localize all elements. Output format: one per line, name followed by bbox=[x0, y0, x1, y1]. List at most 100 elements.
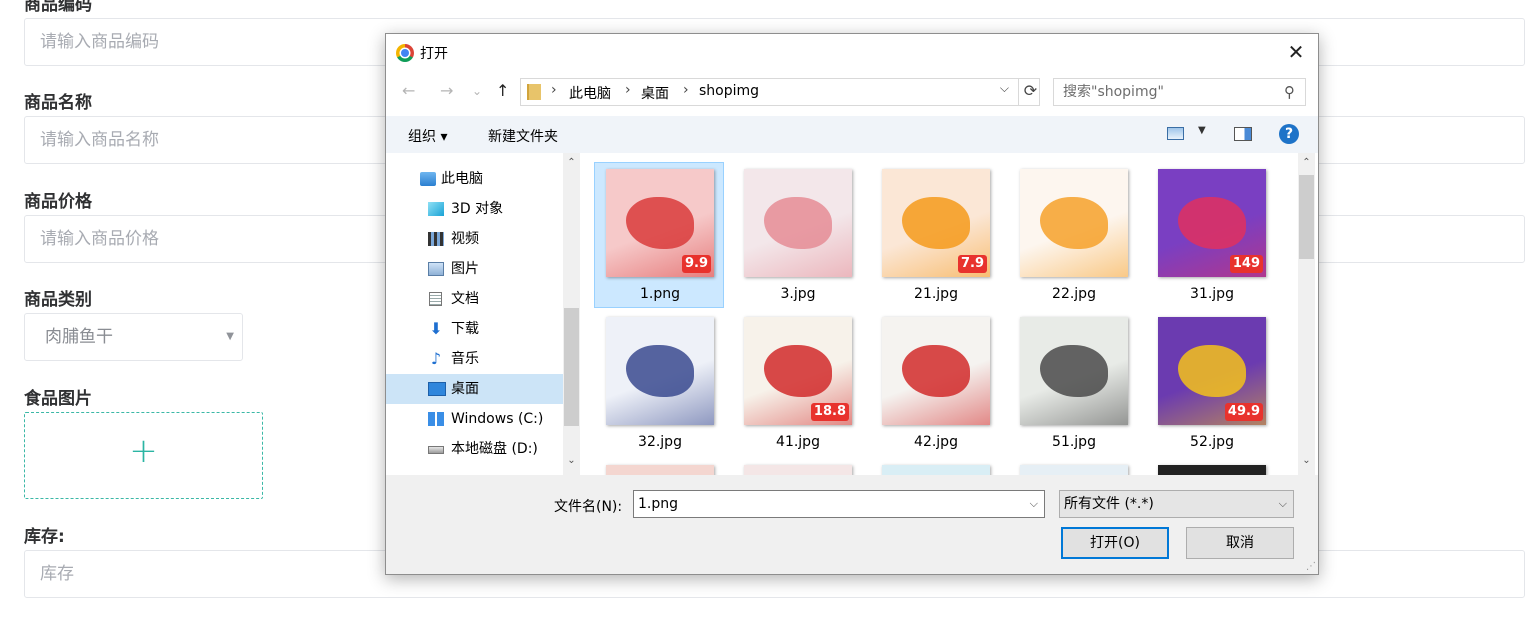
dialog-title: 打开 bbox=[420, 46, 448, 62]
up-icon[interactable]: ↑ bbox=[496, 81, 509, 100]
refresh-icon[interactable]: ⟳ bbox=[1018, 78, 1042, 106]
cancel-button[interactable]: 取消 bbox=[1186, 527, 1294, 559]
close-button[interactable]: ✕ bbox=[1274, 34, 1318, 70]
nav-item-label: 本地磁盘 (D:) bbox=[451, 441, 538, 457]
dialog-footer: 文件名(N): 1.png ⌵ 所有文件 (*.*) ⌵ 打开(O) 取消 ⋰ bbox=[386, 475, 1318, 574]
image-upload[interactable]: + bbox=[24, 412, 263, 499]
scrollbar-thumb[interactable] bbox=[1299, 175, 1314, 259]
breadcrumb-desktop[interactable]: 桌面 bbox=[641, 83, 669, 103]
new-folder-button[interactable]: 新建文件夹 bbox=[488, 126, 558, 146]
file-item[interactable]: 49.9 52.jpg bbox=[1147, 311, 1277, 457]
chevron-down-icon: ⌵ bbox=[1278, 497, 1287, 510]
stock-label: 库存: bbox=[24, 527, 65, 547]
file-item[interactable] bbox=[1147, 459, 1277, 475]
open-button[interactable]: 打开(O) bbox=[1061, 527, 1169, 559]
dialog-titlebar: 打开 ✕ bbox=[386, 34, 1318, 72]
file-thumbnail: 49.9 bbox=[1158, 317, 1266, 425]
drive-d-icon bbox=[428, 446, 444, 454]
music-icon: ♪ bbox=[430, 349, 442, 368]
file-item[interactable]: 32.jpg bbox=[595, 311, 725, 457]
file-item[interactable]: 22.jpg bbox=[1009, 163, 1139, 309]
chrome-icon bbox=[396, 44, 414, 62]
product-image-shape bbox=[1178, 345, 1246, 397]
nav-item-label: 图片 bbox=[451, 261, 479, 277]
file-name: 52.jpg bbox=[1190, 434, 1234, 450]
chevron-down-icon[interactable]: ⌵ bbox=[1000, 81, 1009, 96]
breadcrumb-pc[interactable]: 此电脑 bbox=[569, 83, 611, 103]
file-thumbnail bbox=[882, 465, 990, 475]
caret-down-icon[interactable]: ▼ bbox=[1198, 125, 1206, 136]
nav-item-label: 此电脑 bbox=[441, 171, 483, 187]
file-item[interactable]: 18.8 41.jpg bbox=[733, 311, 863, 457]
file-item[interactable]: 3.jpg bbox=[733, 163, 863, 309]
search-input[interactable]: 搜索"shopimg" ⚲ bbox=[1053, 78, 1306, 106]
file-item[interactable] bbox=[733, 459, 863, 475]
resize-grip-icon[interactable]: ⋰ bbox=[1306, 561, 1316, 572]
file-thumbnail bbox=[1020, 169, 1128, 277]
file-list-scrollbar[interactable]: ⌃ ⌄ bbox=[1298, 153, 1315, 475]
file-thumbnail bbox=[744, 465, 852, 475]
file-name: 31.jpg bbox=[1190, 286, 1234, 302]
file-thumbnail: 7.9 bbox=[882, 169, 990, 277]
file-name: 41.jpg bbox=[776, 434, 820, 450]
category-select[interactable]: 肉脯鱼干 ▼ bbox=[24, 313, 243, 361]
file-item[interactable]: 42.jpg bbox=[871, 311, 1001, 457]
back-icon[interactable]: ← bbox=[402, 81, 415, 100]
file-thumbnail bbox=[606, 317, 714, 425]
file-item[interactable]: 51.jpg bbox=[1009, 311, 1139, 457]
scroll-up-icon[interactable]: ⌃ bbox=[1298, 157, 1315, 168]
scroll-up-icon[interactable]: ⌃ bbox=[563, 157, 580, 168]
nav-item-pictures[interactable]: 图片 bbox=[386, 254, 564, 284]
nav-item-downloads[interactable]: ⬇ 下载 bbox=[386, 314, 564, 344]
chevron-right-icon: › bbox=[683, 82, 689, 98]
nav-item-label: Windows (C:) bbox=[451, 411, 544, 427]
product-image-shape bbox=[1178, 197, 1246, 249]
nav-item-drive-d[interactable]: 本地磁盘 (D:) bbox=[386, 434, 564, 464]
filename-input[interactable]: 1.png ⌵ bbox=[633, 490, 1045, 518]
forward-icon[interactable]: → bbox=[440, 81, 453, 100]
view-mode-icon[interactable] bbox=[1167, 127, 1184, 140]
file-thumbnail bbox=[1158, 465, 1266, 475]
file-thumbnail bbox=[1020, 465, 1128, 475]
file-item[interactable] bbox=[595, 459, 725, 475]
nav-item-desktop[interactable]: 桌面 bbox=[386, 374, 564, 404]
code-label: 商品编码 bbox=[24, 0, 92, 15]
nav-item-pc[interactable]: 此电脑 bbox=[386, 164, 564, 194]
chevron-down-icon[interactable]: ⌵ bbox=[1030, 491, 1038, 517]
price-tag: 9.9 bbox=[681, 255, 711, 273]
preview-pane-icon[interactable] bbox=[1234, 127, 1252, 141]
price-tag: 49.9 bbox=[1224, 403, 1263, 421]
scrollbar-thumb[interactable] bbox=[564, 308, 579, 426]
file-item[interactable]: 149 31.jpg bbox=[1147, 163, 1277, 309]
file-item[interactable] bbox=[1009, 459, 1139, 475]
help-icon[interactable]: ? bbox=[1279, 124, 1299, 144]
address-bar[interactable]: › 此电脑 › 桌面 › shopimg ⌵ bbox=[520, 78, 1040, 106]
scroll-down-icon[interactable]: ⌄ bbox=[1298, 455, 1315, 466]
filename-label: 文件名(N): bbox=[554, 499, 623, 515]
nav-item-label: 音乐 bbox=[451, 351, 479, 367]
navigation-scrollbar[interactable]: ⌃ ⌄ bbox=[563, 153, 580, 475]
nav-item-3d-objects[interactable]: 3D 对象 bbox=[386, 194, 564, 224]
filetype-select[interactable]: 所有文件 (*.*) ⌵ bbox=[1059, 490, 1294, 518]
file-name: 1.png bbox=[639, 286, 680, 302]
recent-locations-icon[interactable]: ⌄ bbox=[472, 84, 482, 98]
folder-icon bbox=[527, 84, 541, 100]
navigation-pane: 此电脑 3D 对象 视频 图片 文档 ⬇ 下载 ♪ 音乐 桌面 Windows … bbox=[386, 153, 581, 475]
pc-icon bbox=[420, 172, 436, 186]
nav-item-label: 下载 bbox=[451, 321, 479, 337]
file-name: 21.jpg bbox=[914, 286, 958, 302]
open-file-dialog: 打开 ✕ ← → ⌄ ↑ › 此电脑 › 桌面 › shopimg ⌵ ⟳ 搜索… bbox=[385, 33, 1319, 575]
breadcrumb-shopimg[interactable]: shopimg bbox=[699, 83, 759, 99]
file-item[interactable]: 7.9 21.jpg bbox=[871, 163, 1001, 309]
nav-item-drive-c[interactable]: Windows (C:) bbox=[386, 404, 564, 434]
file-name: 32.jpg bbox=[638, 434, 682, 450]
cube-icon bbox=[428, 202, 444, 216]
nav-item-music[interactable]: ♪ 音乐 bbox=[386, 344, 564, 374]
organize-button[interactable]: 组织 ▾ bbox=[408, 126, 447, 146]
nav-item-documents[interactable]: 文档 bbox=[386, 284, 564, 314]
search-placeholder: 搜索"shopimg" bbox=[1063, 84, 1164, 100]
scroll-down-icon[interactable]: ⌄ bbox=[563, 455, 580, 466]
file-item[interactable]: 9.9 1.png bbox=[594, 162, 724, 308]
file-item[interactable] bbox=[871, 459, 1001, 475]
nav-item-videos[interactable]: 视频 bbox=[386, 224, 564, 254]
